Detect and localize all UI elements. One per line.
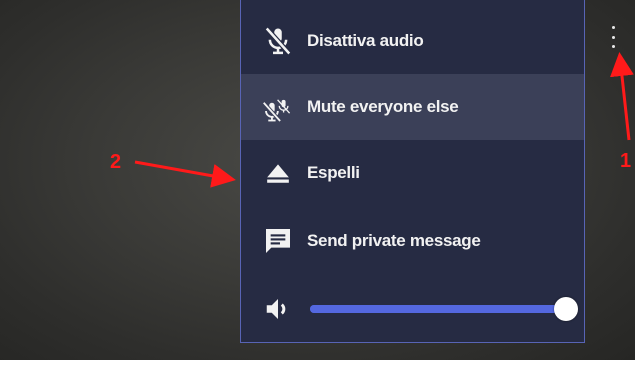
annotation-label-1: 1 (620, 150, 632, 172)
annotation-label-2: 2 (110, 151, 122, 173)
annotation-arrow-2 (134, 160, 236, 188)
annotation-arrow-1 (610, 52, 634, 141)
annotation-arrows (134, 52, 634, 188)
